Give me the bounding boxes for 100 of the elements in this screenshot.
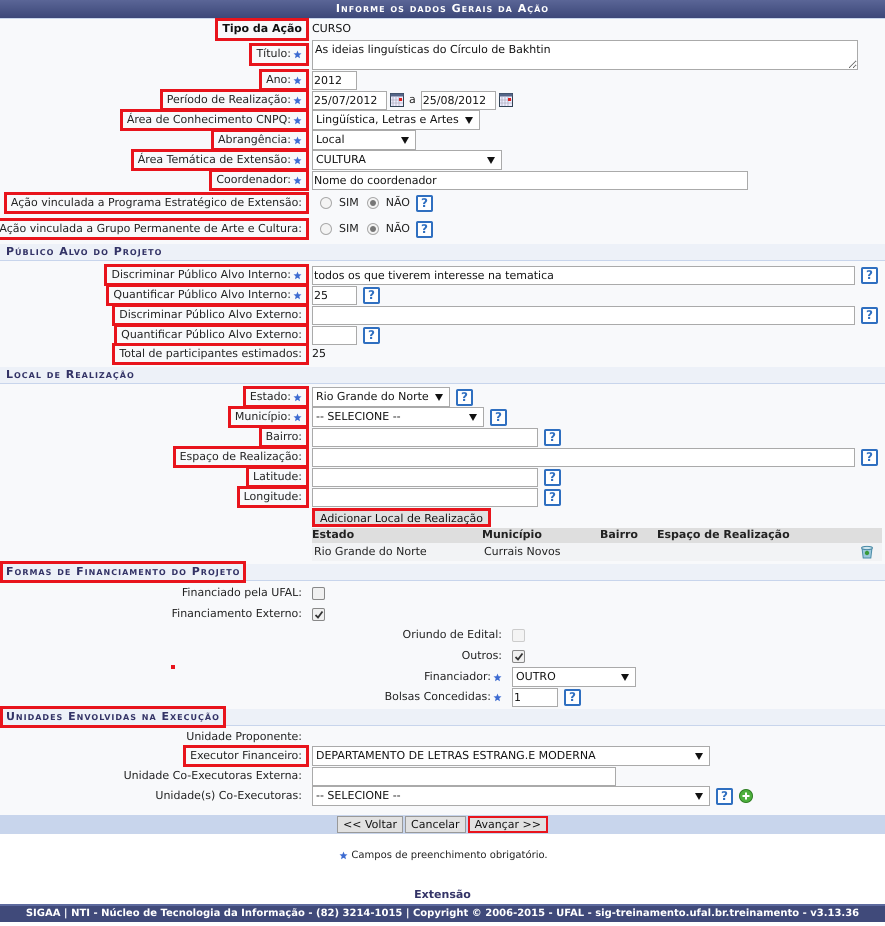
- add-location-button[interactable]: Adicionar Local de Realização: [312, 508, 491, 526]
- check-icon: [314, 610, 324, 619]
- input-field[interactable]: [312, 428, 538, 446]
- radio-button[interactable]: [320, 223, 332, 235]
- field-label: Financiador:: [424, 668, 491, 685]
- form-button[interactable]: Avançar >>: [468, 816, 548, 833]
- radio-button[interactable]: [366, 223, 379, 235]
- help-button[interactable]: ?: [416, 220, 433, 238]
- module-name: Extensão: [413, 887, 472, 903]
- field-label: Tipo da Ação: [222, 21, 302, 38]
- section-title: Público Alvo do Projeto: [5, 244, 164, 260]
- dropdown[interactable]: CULTURA: [312, 150, 502, 170]
- field-label: Financiado pela UFAL:: [182, 585, 302, 602]
- calendar-icon[interactable]: [390, 93, 404, 107]
- calendar-icon[interactable]: [498, 93, 513, 107]
- field-label: Quantificar Público Alvo Externo:: [121, 326, 302, 343]
- field-label: Quantificar Público Alvo Interno:: [113, 286, 291, 303]
- form-button[interactable]: Cancelar: [405, 816, 466, 833]
- field-label: Discriminar Público Alvo Interno:: [111, 266, 291, 283]
- help-button[interactable]: ?: [716, 788, 733, 804]
- field-label: Ano:: [266, 72, 291, 88]
- input-field[interactable]: [312, 326, 357, 344]
- field-label: Unidade Proponente:: [186, 728, 302, 745]
- input-field[interactable]: 1: [512, 688, 558, 706]
- help-button[interactable]: ?: [544, 488, 561, 506]
- field-label: Bairro:: [266, 428, 302, 445]
- trash-icon[interactable]: [860, 545, 874, 559]
- caret-icon: [469, 414, 477, 420]
- form-button[interactable]: << Voltar: [337, 816, 404, 833]
- help-button[interactable]: ?: [456, 388, 473, 406]
- help-button[interactable]: ?: [416, 194, 433, 212]
- caret-icon: [695, 752, 703, 760]
- input-field[interactable]: 2012: [312, 70, 357, 90]
- radio-button[interactable]: [320, 197, 332, 209]
- column-header: Espaço de Realização: [657, 527, 791, 544]
- help-button[interactable]: ?: [564, 688, 581, 706]
- caret-icon: [695, 792, 703, 800]
- required-icon: [339, 851, 348, 860]
- annotation-mark: [171, 665, 175, 669]
- field-label: Discriminar Público Alvo Externo:: [119, 306, 302, 323]
- caret-icon: [435, 394, 443, 400]
- field-label: Unidade Co-Executoras Externa:: [124, 768, 302, 784]
- caret-icon: [621, 674, 629, 680]
- dropdown[interactable]: Local: [312, 130, 416, 150]
- input-field[interactable]: todos os que tiverem interesse na tematica: [312, 266, 855, 284]
- check-icon: [514, 652, 524, 661]
- input-field[interactable]: [312, 488, 538, 506]
- help-button[interactable]: ?: [490, 408, 507, 426]
- table-cell-text: Rio Grande do Norte: [313, 544, 428, 560]
- column-header: Bairro: [600, 527, 639, 544]
- field-label: Abrangência:: [218, 132, 291, 148]
- input-field[interactable]: [312, 448, 855, 466]
- column-header: Estado: [312, 527, 356, 544]
- field-value: CURSO: [312, 21, 352, 38]
- field-label: Ação vinculada a Programa Estratégico de Extensão:: [10, 194, 302, 211]
- column-header: Município: [482, 527, 543, 544]
- input-field[interactable]: [312, 766, 616, 786]
- dropdown[interactable]: -- SELECIONE --: [312, 407, 484, 427]
- input-field[interactable]: [312, 468, 538, 486]
- caret-icon: [487, 156, 495, 164]
- table-cell-text: Currais Novos: [483, 544, 562, 560]
- field-value: 25: [312, 346, 326, 362]
- radio-button[interactable]: [366, 197, 379, 209]
- help-button[interactable]: ?: [363, 326, 380, 344]
- dropdown[interactable]: Rio Grande do Norte: [312, 387, 450, 407]
- help-button[interactable]: ?: [861, 266, 878, 284]
- field-label: Espaço de Realização:: [180, 448, 302, 465]
- dropdown[interactable]: -- SELECIONE --: [312, 786, 710, 806]
- input-field[interactable]: 25/08/2012: [420, 90, 496, 110]
- field-label: Bolsas Concedidas:: [384, 688, 491, 705]
- field-label: Município:: [234, 408, 291, 425]
- help-button[interactable]: ?: [861, 448, 878, 466]
- section-title: Formas de Financiamento do Projeto: [0, 560, 246, 584]
- dropdown[interactable]: Lingüística, Letras e Artes: [312, 110, 480, 130]
- help-button[interactable]: ?: [544, 428, 561, 446]
- text-area[interactable]: As ideias linguísticas do Círculo de Bakhtin: [312, 40, 858, 70]
- input-field[interactable]: 25: [312, 286, 357, 304]
- dropdown[interactable]: OUTRO: [512, 667, 636, 687]
- input-field[interactable]: 25/07/2012: [312, 90, 387, 110]
- checkbox[interactable]: [312, 608, 325, 621]
- section-title: Local de Realização: [5, 366, 136, 383]
- dropdown[interactable]: DEPARTAMENTO DE LETRAS ESTRANG.E MODERNA: [312, 746, 710, 766]
- option-label: NÃO: [386, 220, 410, 237]
- field-label: Coordenador:: [216, 172, 291, 188]
- field-label: Executor Financeiro:: [190, 748, 302, 764]
- input-field[interactable]: [312, 306, 855, 324]
- input-field[interactable]: Nome do coordenador: [312, 170, 748, 190]
- help-button[interactable]: ?: [544, 468, 561, 486]
- help-button[interactable]: ?: [363, 286, 380, 304]
- option-label: SIM: [339, 194, 359, 211]
- form-title: Informe os dados Gerais da Ação: [336, 0, 550, 17]
- checkbox[interactable]: [312, 587, 325, 600]
- help-button[interactable]: ?: [861, 306, 878, 324]
- caret-icon: [401, 136, 409, 144]
- add-icon[interactable]: [739, 789, 753, 803]
- date-separator: a: [409, 92, 416, 108]
- required-note: Campos de preenchimento obrigatório.: [351, 849, 548, 863]
- field-label: Financiamento Externo:: [172, 606, 302, 622]
- checkbox[interactable]: [512, 650, 525, 663]
- field-label: Total de participantes estimados:: [119, 346, 302, 362]
